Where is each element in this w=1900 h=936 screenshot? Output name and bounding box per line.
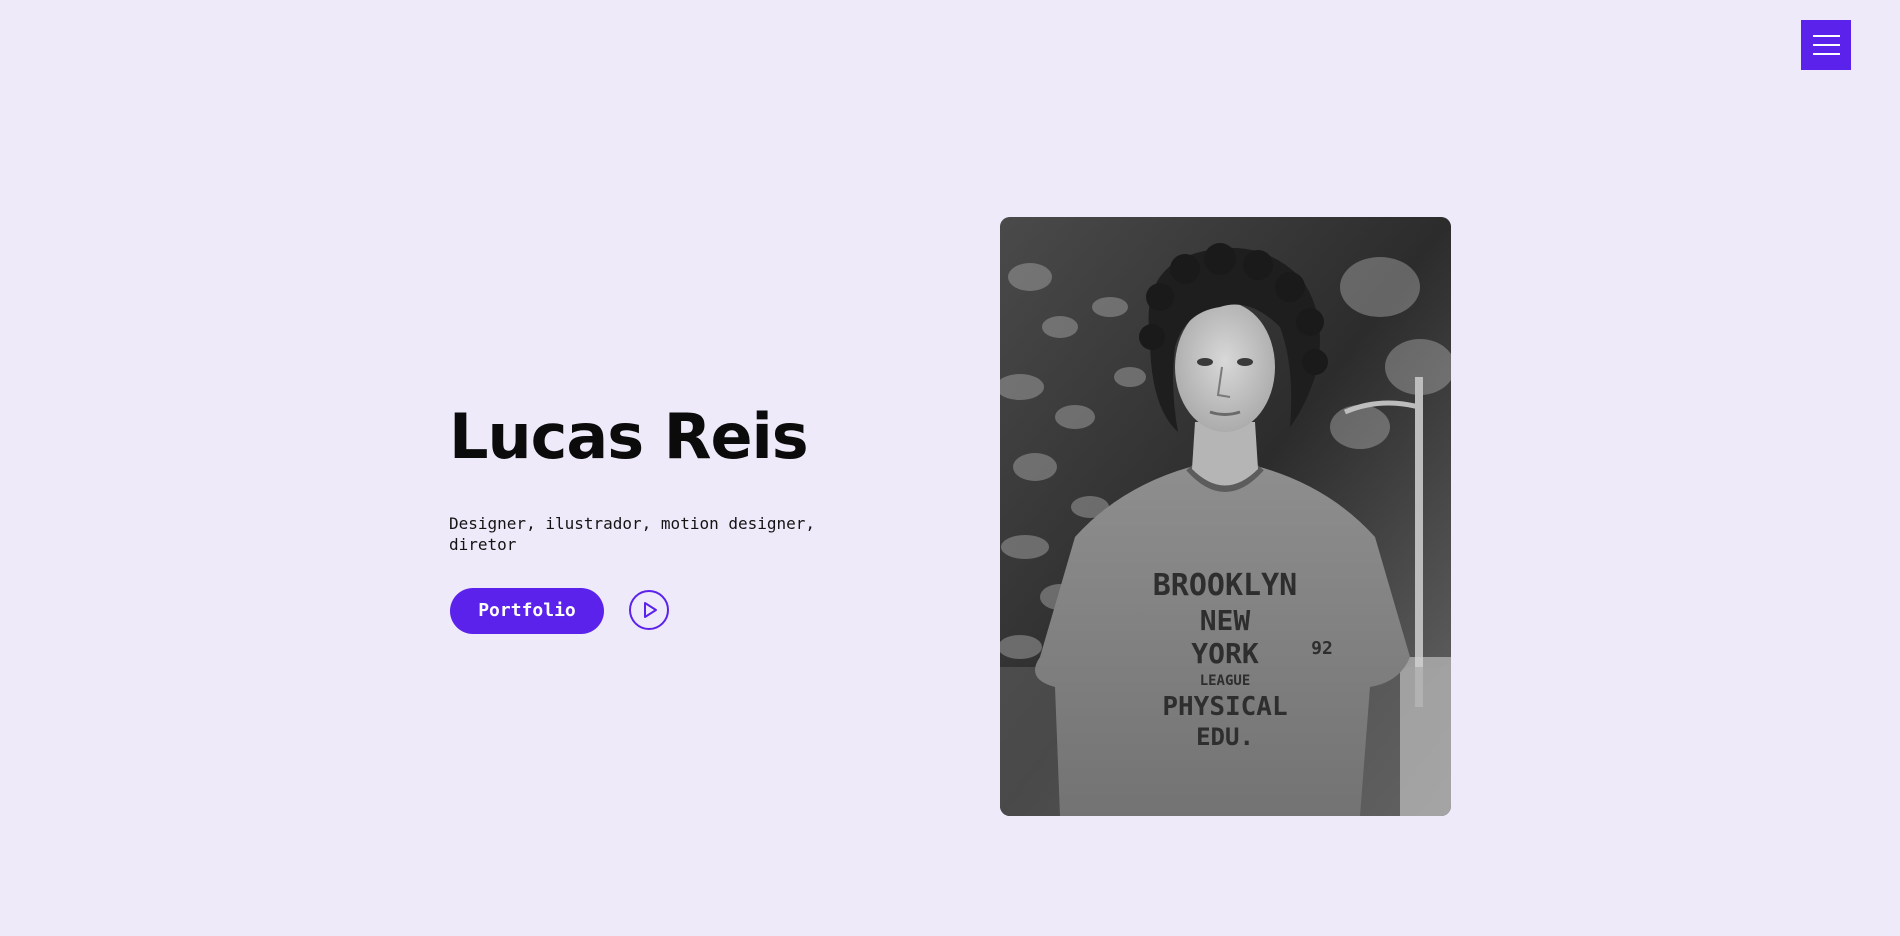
menu-button[interactable]: [1801, 20, 1851, 70]
portfolio-button[interactable]: Portfolio: [450, 588, 604, 634]
portrait-photo: BROOKLYN NEW YORK LEAGUE PHYSICAL EDU. 9…: [1000, 217, 1451, 816]
play-button[interactable]: [629, 590, 669, 630]
page: Lucas Reis Designer, ilustrador, motion …: [0, 0, 1900, 936]
shirt-text-brooklyn: BROOKLYN: [1153, 568, 1298, 603]
shirt-text-league: LEAGUE: [1200, 673, 1251, 689]
shirt-text-york: YORK: [1191, 637, 1259, 670]
play-circle-icon: [644, 602, 657, 618]
shirt-text-edu: EDU.: [1196, 723, 1254, 751]
hero-name: Lucas Reis: [449, 400, 809, 473]
shirt-text-new: NEW: [1200, 604, 1251, 637]
shirt-text-number: 92: [1311, 638, 1333, 659]
hero-tagline: Designer, ilustrador, motion designer, d…: [449, 514, 816, 554]
shirt-text-physical: PHYSICAL: [1162, 692, 1287, 722]
